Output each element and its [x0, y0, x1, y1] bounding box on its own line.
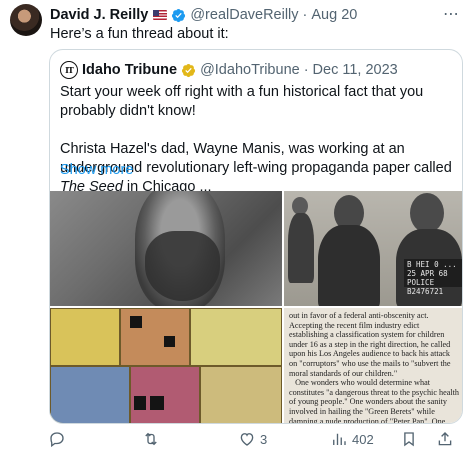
verified-badge-icon[interactable]	[171, 8, 186, 23]
header-separator: ·	[302, 7, 308, 23]
idaho-tribune-logo-icon: IT	[60, 61, 78, 79]
quoted-post[interactable]: IT Idaho Tribune @IdahoTribune · Dec 11,…	[49, 49, 463, 424]
author-handle[interactable]: @realDaveReilly	[190, 7, 298, 23]
heart-icon	[240, 433, 254, 446]
views-count: 402	[352, 431, 374, 447]
logo-letter: IT	[65, 65, 74, 75]
us-flag-icon	[153, 10, 168, 20]
author-avatar[interactable]	[10, 4, 42, 36]
reply-icon	[50, 432, 64, 448]
share-icon	[438, 432, 452, 446]
media-photo-portrait[interactable]	[50, 191, 282, 306]
quoted-paragraph-1: Start your week off right with a fun his…	[60, 84, 424, 119]
post: David J. Reilly @realDaveReilly · Aug 20…	[0, 0, 474, 455]
repost-icon	[145, 432, 157, 446]
views-chart-icon	[333, 433, 346, 445]
share-button[interactable]	[436, 429, 454, 449]
bookmark-button[interactable]	[400, 429, 418, 449]
media-photo-newspaper[interactable]: out in favor of a federal anti-obscenity…	[284, 308, 462, 424]
reply-button[interactable]	[48, 429, 70, 449]
author-name[interactable]: David J. Reilly	[50, 7, 148, 23]
post-header: David J. Reilly @realDaveReilly · Aug 20	[50, 6, 357, 24]
bookmark-icon	[404, 432, 414, 447]
media-photo-mugshots[interactable]: B HEI 0 ... 25 APR 68 POLICE B2476721	[284, 191, 462, 306]
post-date[interactable]: Aug 20	[311, 7, 357, 23]
quoted-author-handle[interactable]: @IdahoTribune	[200, 62, 300, 78]
views-button[interactable]: 402	[330, 429, 374, 449]
quoted-header-separator: ·	[303, 62, 309, 78]
show-more-link[interactable]: Show more	[60, 162, 133, 178]
media-photo-comics[interactable]	[50, 308, 282, 423]
quoted-author-name[interactable]: Idaho Tribune	[82, 62, 177, 78]
quoted-text: Start your week off right with a fun his…	[60, 83, 455, 197]
media-grid: B HEI 0 ... 25 APR 68 POLICE B2476721 ou…	[50, 191, 462, 424]
post-text: Here’s a fun thread about it:	[50, 26, 229, 42]
repost-button[interactable]	[142, 429, 164, 449]
more-options-icon[interactable]: ⋯	[443, 4, 460, 24]
action-bar: 3 402	[40, 429, 468, 449]
quoted-verified-badge-icon	[181, 63, 196, 77]
quoted-header: IT Idaho Tribune @IdahoTribune · Dec 11,…	[60, 60, 398, 80]
newspaper-text: out in favor of a federal anti-obscenity…	[289, 311, 459, 424]
like-count: 3	[260, 431, 268, 447]
like-button[interactable]: 3	[238, 429, 267, 449]
mugshot-placard: B HEI 0 ... 25 APR 68 POLICE B2476721	[404, 259, 462, 296]
quoted-date[interactable]: Dec 11, 2023	[313, 62, 398, 78]
